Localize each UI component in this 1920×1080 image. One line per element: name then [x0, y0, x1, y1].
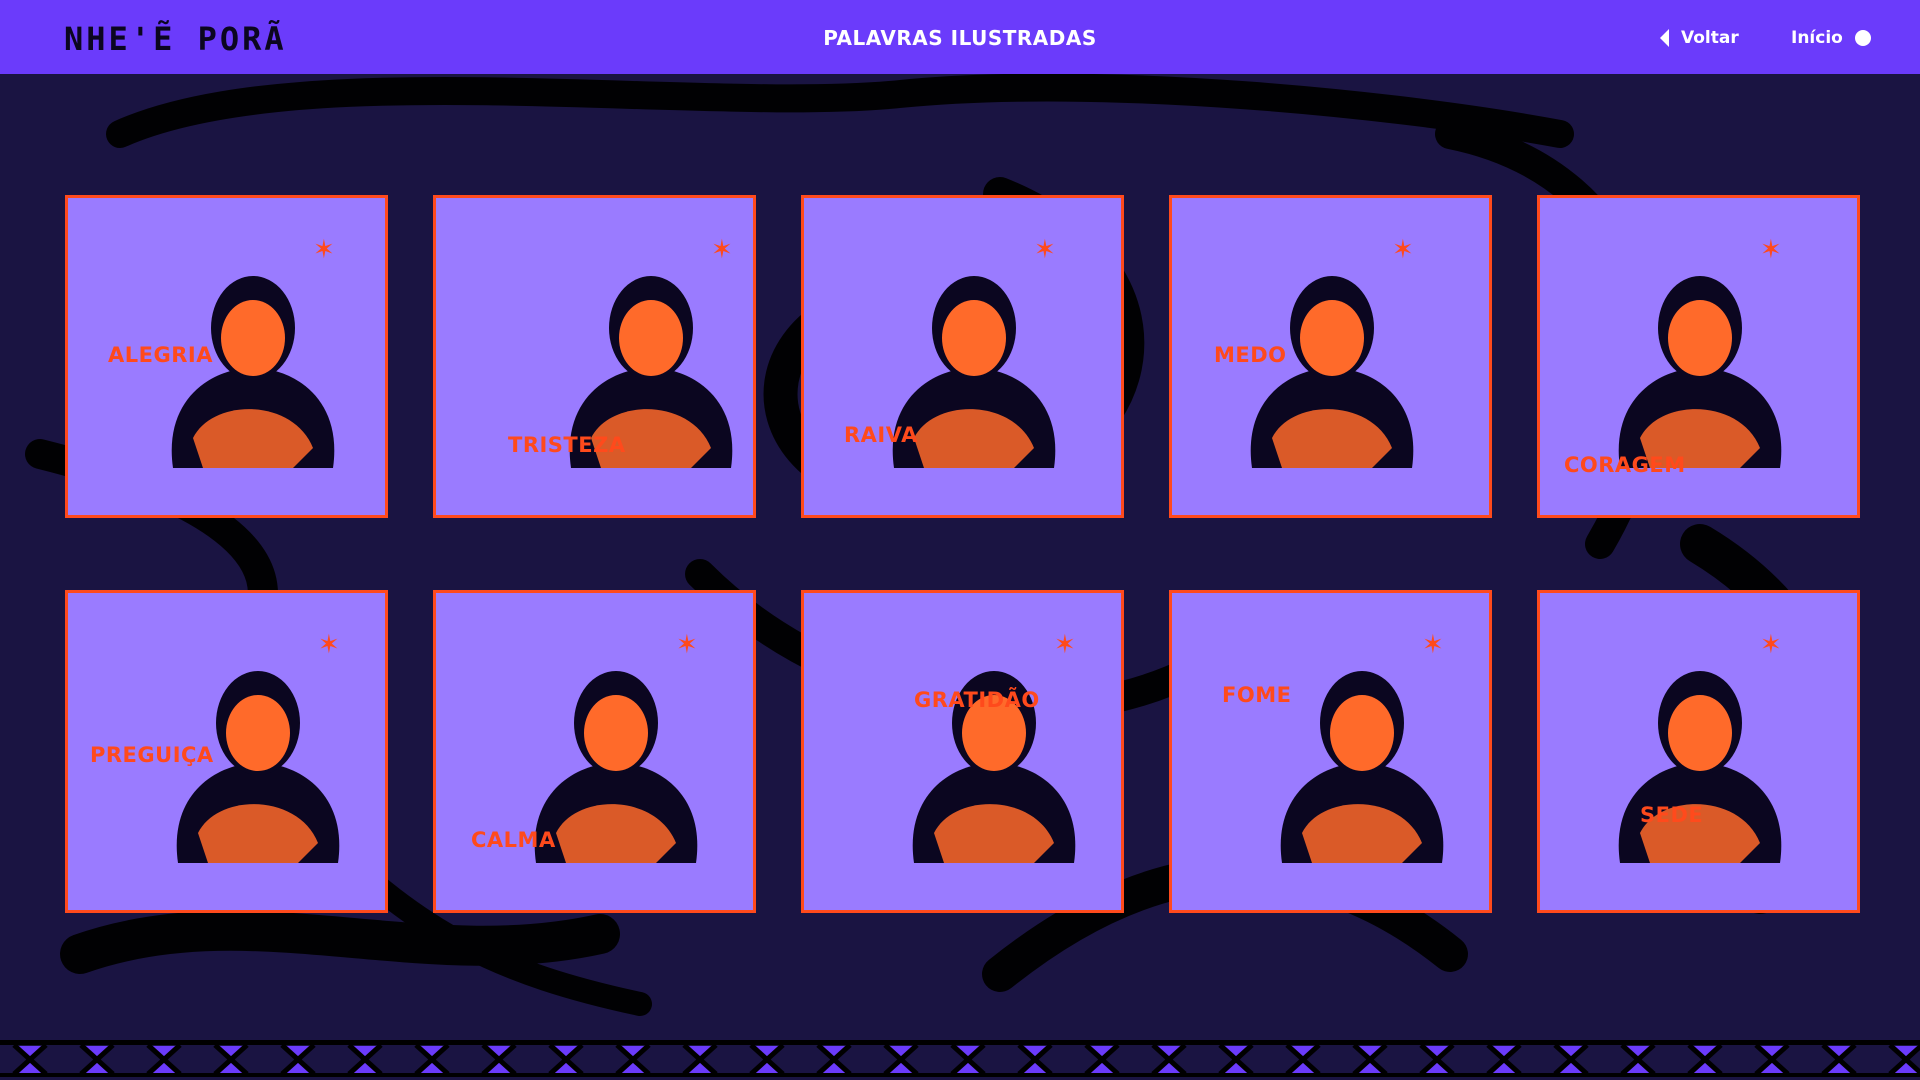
card-label: PREGUIÇA [90, 743, 214, 767]
card-label: CALMA [471, 828, 556, 852]
back-arrow-icon [1660, 29, 1669, 47]
card-tristeza[interactable]: ✶ TRISTEZA [433, 195, 756, 518]
card-fome[interactable]: ✶ FOME [1169, 590, 1492, 913]
card-label: GRATIDÃO [914, 688, 1040, 712]
illustration: ✶ [912, 630, 1076, 863]
card-sede[interactable]: ✶ SEDE [1537, 590, 1860, 913]
card-label: FOME [1222, 683, 1292, 707]
svg-text:✶: ✶ [313, 235, 335, 265]
decorative-pattern-border [0, 1040, 1920, 1080]
svg-text:✶: ✶ [1034, 235, 1056, 265]
card-label: MEDO [1214, 343, 1287, 367]
illustration: ✶ [892, 235, 1056, 468]
svg-text:✶: ✶ [1422, 630, 1444, 660]
card-medo[interactable]: ✶ MEDO [1169, 195, 1492, 518]
illustration: ✶ [1618, 630, 1782, 863]
card-calma[interactable]: ✶ CALMA [433, 590, 756, 913]
home-dot-icon [1854, 30, 1871, 46]
home-button[interactable]: Início [1791, 28, 1871, 48]
illustration: ✶ [534, 630, 698, 863]
svg-text:✶: ✶ [676, 630, 698, 660]
card-alegria[interactable]: ✶ ALEGRIA [65, 195, 388, 518]
card-label: RAIVA [844, 423, 918, 447]
card-label: TRISTEZA [508, 433, 626, 457]
card-raiva[interactable]: ✶ RAIVA [801, 195, 1124, 518]
illustration: ✶ [1280, 630, 1444, 863]
home-label: Início [1791, 28, 1843, 48]
svg-text:✶: ✶ [1392, 235, 1414, 265]
svg-text:✶: ✶ [1760, 235, 1782, 265]
card-label: SEDE [1640, 803, 1704, 827]
card-coragem[interactable]: ✶ CORAGEM [1537, 195, 1860, 518]
card-label: CORAGEM [1564, 453, 1686, 477]
header: NHE'Ẽ PORÃ PALAVRAS ILUSTRADAS Voltar In… [0, 0, 1920, 74]
back-label: Voltar [1681, 28, 1739, 48]
card-preguiça[interactable]: ✶ PREGUIÇA [65, 590, 388, 913]
card-gratidão[interactable]: ✶ GRATIDÃO [801, 590, 1124, 913]
page-title: PALAVRAS ILUSTRADAS [823, 26, 1097, 50]
svg-text:✶: ✶ [711, 235, 733, 265]
back-button[interactable]: Voltar [1660, 28, 1739, 48]
svg-text:✶: ✶ [1054, 630, 1076, 660]
svg-text:✶: ✶ [1760, 630, 1782, 660]
illustration: ✶ [569, 235, 733, 468]
card-label: ALEGRIA [108, 343, 213, 367]
svg-text:✶: ✶ [318, 630, 340, 660]
